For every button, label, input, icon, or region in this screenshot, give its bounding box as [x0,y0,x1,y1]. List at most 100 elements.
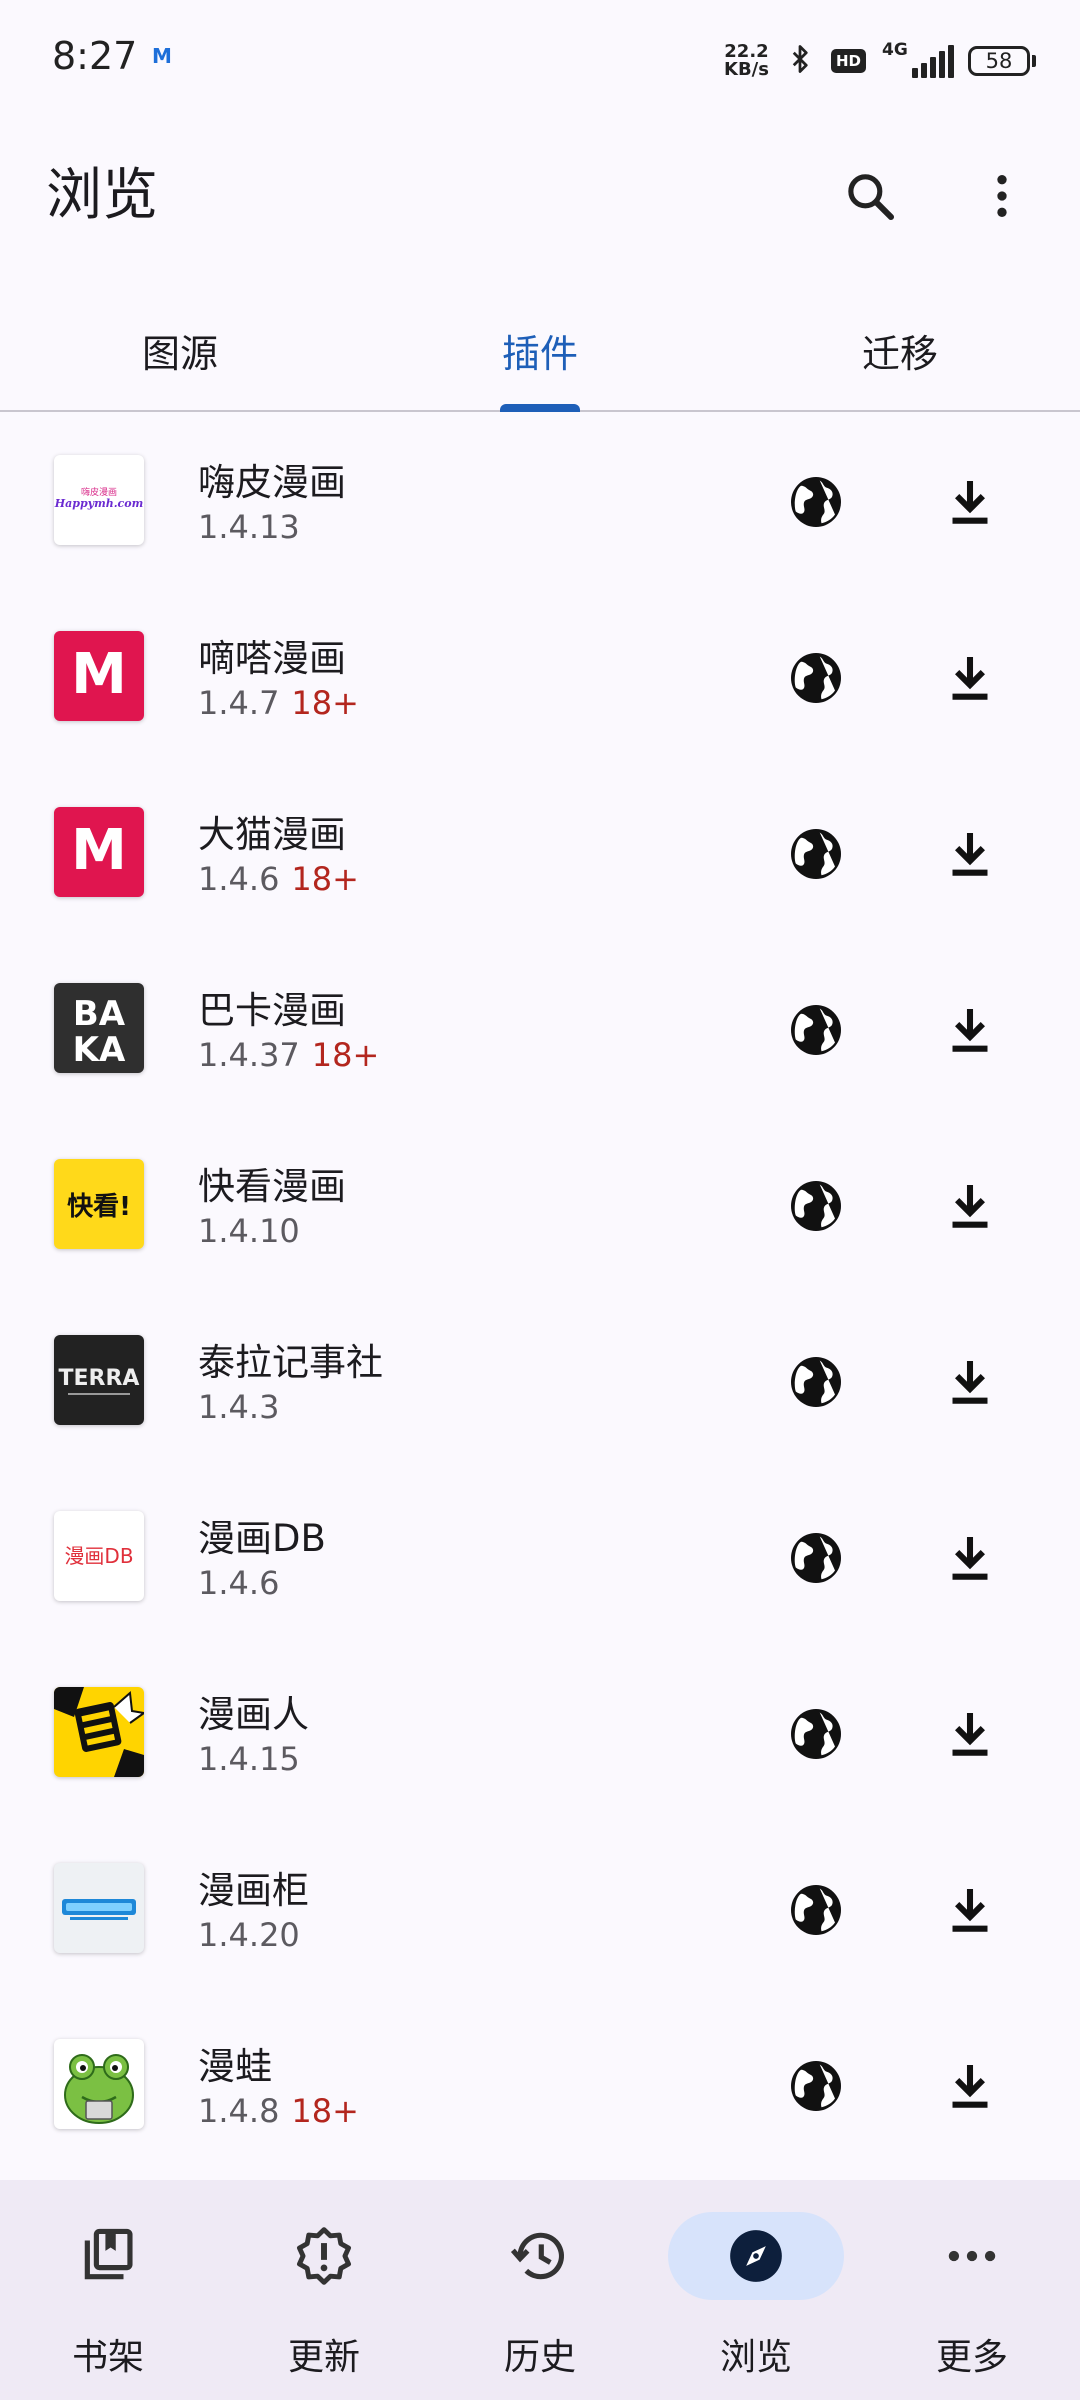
open-web-button[interactable] [776,1342,856,1422]
extension-name: 快看漫画 [198,1165,346,1208]
notification-icon: M [152,44,172,68]
search-icon [848,174,895,221]
extension-list: 嗨皮漫画 Happymh.com 嗨皮漫画 1.4.13 M 嘀嗒漫画 1.4.… [0,412,1080,2172]
page-title: 浏览 [46,163,158,228]
globe-icon [791,1357,841,1407]
extension-icon [54,1863,144,1953]
download-icon [952,1361,988,1404]
open-web-button[interactable] [776,638,856,718]
extension-version: 1.4.37 [198,1036,300,1074]
extension-icon-text: 快看! [67,1192,131,1222]
extension-name: 嘀嗒漫画 [198,637,346,680]
list-item[interactable]: M 嘀嗒漫画 1.4.7 18+ [0,588,1080,764]
install-button[interactable] [930,1518,1010,1598]
tab-migrate[interactable]: 迁移 [720,290,1080,410]
extension-icon: 漫画DB [54,1511,144,1601]
open-web-button[interactable] [776,1166,856,1246]
battery-icon: 58 [968,46,1036,76]
extension-version: 1.4.6 [198,1564,280,1602]
open-web-button[interactable] [776,814,856,894]
nav-label: 更多 [935,2337,1008,2378]
install-button[interactable] [930,1870,1010,1950]
list-item[interactable]: TERRA 泰拉记事社 1.4.3 [0,1292,1080,1468]
tab-sources[interactable]: 图源 [0,290,360,410]
extension-version: 1.4.13 [198,508,300,546]
network-speed: 22.2 KB/s [724,43,769,79]
download-icon [952,1537,988,1580]
nav-browse[interactable]: 浏览 [648,2180,864,2400]
globe-icon [791,2061,841,2111]
bluetooth-icon [785,41,815,81]
extension-icon-text: M [71,642,127,707]
open-web-button[interactable] [776,462,856,542]
install-button[interactable] [930,638,1010,718]
status-icons: 22.2 KB/s HD 4G 58 [724,36,1036,86]
list-item[interactable]: 漫画DB 漫画DB 1.4.6 [0,1468,1080,1644]
install-button[interactable] [930,814,1010,894]
globe-icon [791,1533,841,1583]
open-web-button[interactable] [776,1870,856,1950]
open-web-button[interactable] [776,1694,856,1774]
download-icon [952,1009,988,1052]
nav-more[interactable]: 更多 [864,2180,1080,2400]
extension-version: 1.4.3 [198,1388,280,1426]
install-button[interactable] [930,1342,1010,1422]
nsfw-badge: 18+ [291,684,359,722]
status-bar: 8:27 M 22.2 KB/s HD 4G 58 [0,0,1080,120]
nav-history[interactable]: 历史 [432,2180,648,2400]
extension-icon-text: M [71,818,127,883]
install-button[interactable] [930,1166,1010,1246]
bottom-navigation: 书架 更新 历史 浏览 更多 [0,2180,1080,2400]
extension-version: 1.4.8 [198,2092,280,2130]
list-item[interactable]: 漫蛙 1.4.8 18+ [0,1996,1080,2172]
network-speed-unit: KB/s [724,59,769,80]
install-button[interactable] [930,990,1010,1070]
open-web-button[interactable] [776,2046,856,2126]
install-button[interactable] [930,462,1010,542]
globe-icon [791,653,841,703]
compass-icon [730,2230,782,2282]
extension-version: 1.4.6 [198,860,280,898]
list-item[interactable]: BA KA 巴卡漫画 1.4.37 18+ [0,940,1080,1116]
globe-icon [791,1181,841,1231]
install-button[interactable] [930,1694,1010,1774]
download-icon [952,1889,988,1932]
extension-version: 1.4.7 [198,684,280,722]
globe-icon [791,1885,841,1935]
nav-label: 书架 [71,2337,144,2378]
nav-updates[interactable]: 更新 [216,2180,432,2400]
list-item[interactable]: 快看! 快看漫画 1.4.10 [0,1116,1080,1292]
download-icon [952,1713,988,1756]
extension-name: 泰拉记事社 [198,1341,383,1384]
more-horiz-icon [948,2250,996,2262]
list-item[interactable]: 漫画柜 1.4.20 [0,1820,1080,1996]
download-icon [952,481,988,524]
globe-icon [791,1005,841,1055]
extension-version: 1.4.15 [198,1740,300,1778]
list-item[interactable]: 漫画人 1.4.15 [0,1644,1080,1820]
search-button[interactable] [830,156,910,236]
install-button[interactable] [930,2046,1010,2126]
extension-name: 嗨皮漫画 [198,461,346,504]
nsfw-badge: 18+ [291,860,359,898]
open-web-button[interactable] [776,990,856,1070]
download-icon [952,1185,988,1228]
more-options-button[interactable] [962,156,1042,236]
list-item[interactable]: 嗨皮漫画 Happymh.com 嗨皮漫画 1.4.13 [0,412,1080,588]
open-web-button[interactable] [776,1518,856,1598]
extension-icon: TERRA [54,1335,144,1425]
svg-text:KA: KA [73,1030,126,1070]
extension-name: 漫画DB [198,1517,326,1560]
nsfw-badge: 18+ [311,1036,380,1074]
nav-library[interactable]: 书架 [0,2180,216,2400]
extension-icon-text: TERRA [59,1366,140,1391]
nav-label: 更新 [287,2337,360,2378]
nav-label: 历史 [503,2337,576,2378]
extension-icon: 快看! [54,1159,144,1249]
battery-level: 58 [985,49,1013,73]
extension-version: 1.4.10 [198,1212,300,1250]
more-vert-icon [997,175,1007,217]
extension-name: 漫蛙 [198,2045,272,2088]
list-item[interactable]: M 大猫漫画 1.4.6 18+ [0,764,1080,940]
tab-extensions[interactable]: 插件 [360,290,720,410]
